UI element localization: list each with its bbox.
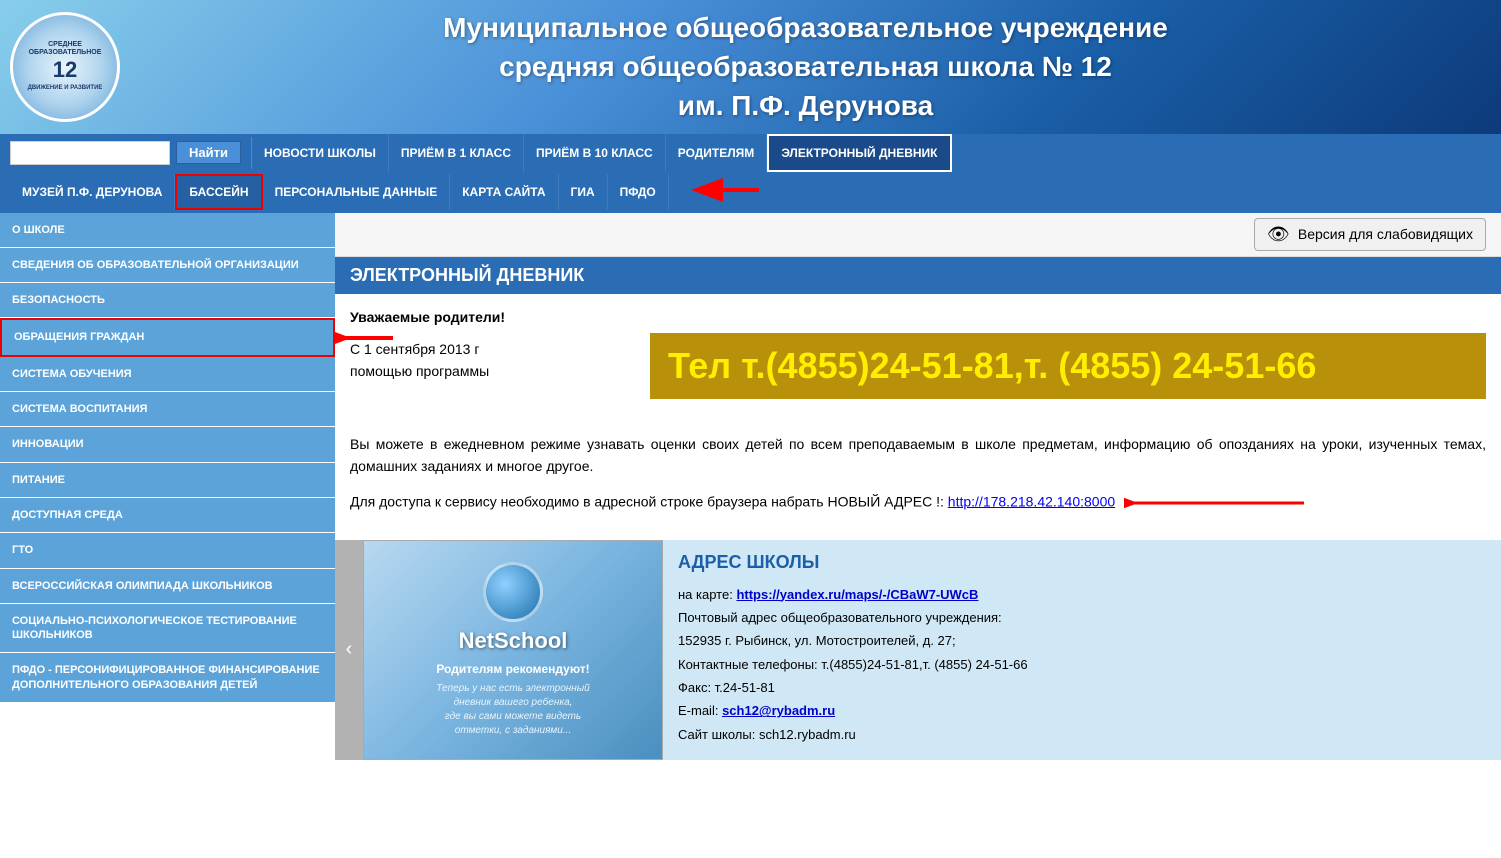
main-layout: О ШКОЛЕ СВЕДЕНИЯ ОБ ОБРАЗОВАТЕЛЬНОЙ ОРГА… [0,213,1501,813]
logo-number: 12 [28,57,103,83]
access-text: Для доступа к сервису необходимо в адрес… [350,493,944,509]
netschool-area: ‹ NetSchool Родителям рекомендуют! Тепер… [335,540,663,760]
search-block: Найти [0,137,252,169]
eye-icon: 👁 [1267,224,1290,245]
sidebar-item-school[interactable]: О ШКОЛЕ [0,213,335,248]
sidebar-item-info[interactable]: СВЕДЕНИЯ ОБ ОБРАЗОВАТЕЛЬНОЙ ОРГАНИЗАЦИИ [0,248,335,283]
bassein-arrow-area [689,172,769,213]
netschool-sub: Родителям рекомендуют! [436,662,589,676]
nav-muzey[interactable]: МУЗЕЙ П.Ф. ДЕРУНОВА [10,174,175,210]
netschool-name: NetSchool [459,628,568,654]
sidebar-item-innovations[interactable]: ИННОВАЦИИ [0,427,335,462]
email-link[interactable]: sch12@rybadm.ru [722,703,835,718]
address-link[interactable]: http://178.218.42.140:8000 [948,493,1115,509]
nav-personal[interactable]: ПЕРСОНАЛЬНЫЕ ДАННЫЕ [263,174,451,210]
globe-icon [483,562,543,622]
sidebar-item-citizens[interactable]: ОБРАЩЕНИЯ ГРАЖДАН [0,318,335,356]
content-area: 👁 Версия для слабовидящих ЭЛЕКТРОННЫЙ ДН… [335,213,1501,813]
nav-priem10[interactable]: ПРИЁМ В 10 КЛАСС [524,134,666,172]
netschool-quote: Теперь у нас есть электронныйдневник ваш… [428,682,597,738]
sidebar-item-security[interactable]: БЕЗОПАСНОСТЬ [0,283,335,318]
title-line2: средняя общеобразовательная школа № 12 [499,51,1112,82]
address-fax: Факс: т.24-51-81 [678,676,1486,699]
address-header: АДРЕС ШКОЛЫ [678,552,1486,573]
sidebar-item-nutrition[interactable]: ПИТАНИЕ [0,463,335,498]
nav-pfdo[interactable]: ПФДО [608,174,669,210]
sidebar-item-pfdo[interactable]: ПФДО - ПЕРСОНИФИЦИРОВАННОЕ ФИНАНСИРОВАНИ… [0,653,335,703]
phone-overlay-container: С 1 сентября 2013 года в нашей школе вед… [350,338,1486,383]
navigation: Найти НОВОСТИ ШКОЛЫ ПРИЁМ В 1 КЛАСС ПРИЁ… [0,134,1501,213]
nav-bottom-row: МУЗЕЙ П.Ф. ДЕРУНОВА БАССЕЙН ПЕРСОНАЛЬНЫЕ… [0,172,1501,213]
sidebar-item-olympiad[interactable]: ВСЕРОССИЙСКАЯ ОЛИМПИАДА ШКОЛЬНИКОВ [0,569,335,604]
section-title: ЭЛЕКТРОННЫЙ ДНЕВНИК [335,257,1501,294]
para-greeting: Уважаемые родители! [350,306,1486,328]
search-button[interactable]: Найти [176,141,241,164]
address-line3: Контактные телефоны: т.(4855)24-51-81,т.… [678,653,1486,676]
phone-banner: Тел т.(4855)24-51-81,т. (4855) 24-51-66 [650,333,1486,399]
content-body: Уважаемые родители! С 1 сентября 2013 го… [335,294,1501,540]
sidebar: О ШКОЛЕ СВЕДЕНИЯ ОБ ОБРАЗОВАТЕЛЬНОЙ ОРГА… [0,213,335,813]
address-email: E-mail: sch12@rybadm.ru [678,699,1486,722]
nav-gia[interactable]: ГИА [559,174,608,210]
search-input[interactable] [10,141,170,165]
address-site: Сайт школы: sch12.rybadm.ru [678,723,1486,746]
nav-links-top: НОВОСТИ ШКОЛЫ ПРИЁМ В 1 КЛАСС ПРИЁМ В 10… [252,134,1501,172]
nav-novosti[interactable]: НОВОСТИ ШКОЛЫ [252,134,389,172]
sidebar-item-psych[interactable]: СОЦИАЛЬНО-ПСИХОЛОГИЧЕСКОЕ ТЕСТИРОВАНИЕ Ш… [0,604,335,654]
title-line1: Муниципальное общеобразовательное учрежд… [443,12,1168,43]
netschool-banner: NetSchool Родителям рекомендуют! Теперь … [363,540,663,760]
arrow-to-bassein-icon [689,172,769,208]
accessibility-label: Версия для слабовидящих [1298,226,1473,242]
sidebar-item-accessible[interactable]: ДОСТУПНАЯ СРЕДА [0,498,335,533]
nav-karta[interactable]: КАРТА САЙТА [450,174,558,210]
address-line2: 152935 г. Рыбинск, ул. Мотостроителей, д… [678,629,1486,652]
address-section: АДРЕС ШКОЛЫ на карте: https://yandex.ru/… [663,540,1501,760]
accessibility-button[interactable]: 👁 Версия для слабовидящих [1254,218,1486,251]
nav-dnevnik[interactable]: ЭЛЕКТРОННЫЙ ДНЕВНИК [767,134,951,172]
para-access: Для доступа к сервису необходимо в адрес… [350,488,1486,518]
sidebar-item-gto[interactable]: ГТО [0,533,335,568]
title-line3: им. П.Ф. Дерунова [678,90,933,121]
site-text: sch12.rybadm.ru [759,727,856,742]
sidebar-item-system-education[interactable]: СИСТЕМА ВОСПИТАНИЯ [0,392,335,427]
accessibility-bar: 👁 Версия для слабовидящих [335,213,1501,257]
page-header: СРЕДНЕЕОБРАЗОВАТЕЛЬНОЕ 12 ДВИЖЕНИЕ И РАЗ… [0,0,1501,134]
para-description: Вы можете в ежедневном режиме узнавать о… [350,433,1486,478]
address-line1: Почтовый адрес общеобразовательного учре… [678,606,1486,629]
map-link[interactable]: https://yandex.ru/maps/-/CBaW7-UWcB [736,587,978,602]
arrow-link-icon [1124,488,1324,518]
nav-roditelyam[interactable]: РОДИТЕЛЯМ [666,134,768,172]
school-logo: СРЕДНЕЕОБРАЗОВАТЕЛЬНОЕ 12 ДВИЖЕНИЕ И РАЗ… [10,12,120,122]
carousel-prev[interactable]: ‹ [335,540,363,760]
nav-bassein[interactable]: БАССЕЙН [175,174,262,210]
bottom-section: ‹ NetSchool Родителям рекомендуют! Тепер… [335,540,1501,760]
address-body: на карте: https://yandex.ru/maps/-/CBaW7… [678,583,1486,747]
map-line: на карте: https://yandex.ru/maps/-/CBaW7… [678,583,1486,606]
school-title: Муниципальное общеобразовательное учрежд… [120,8,1491,126]
nav-priem1[interactable]: ПРИЁМ В 1 КЛАСС [389,134,524,172]
nav-top-row: Найти НОВОСТИ ШКОЛЫ ПРИЁМ В 1 КЛАСС ПРИЁ… [0,134,1501,172]
sidebar-item-system-study[interactable]: СИСТЕМА ОБУЧЕНИЯ [0,357,335,392]
